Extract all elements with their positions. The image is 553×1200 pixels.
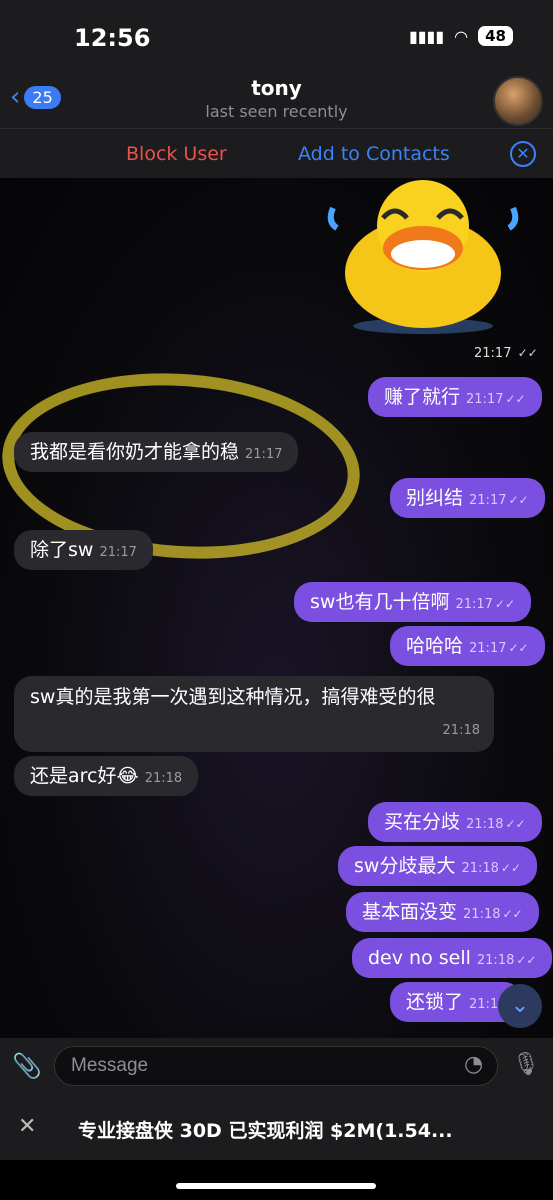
battery-icon: 48 (478, 26, 513, 46)
add-to-contacts-button[interactable]: Add to Contacts (298, 143, 450, 165)
clock: 12:56 (74, 24, 151, 52)
home-indicator (176, 1183, 376, 1189)
composer-bar: 📎 ◔ 🎙 (0, 1038, 553, 1098)
banner-text: 专业接盘侠 30D 已实现利润 $2M(1.54... (78, 1120, 453, 1142)
chat-title[interactable]: tony (0, 76, 553, 100)
signal-icon: ▮▮▮▮ (408, 26, 445, 46)
chat-header: ‹ 25 tony last seen recently (0, 70, 553, 128)
chevron-down-icon: ⌄ (510, 993, 530, 1018)
sticker-icon[interactable]: ◔ (464, 1052, 483, 1077)
last-seen-status: last seen recently (205, 102, 348, 121)
scroll-down-button[interactable]: ⌄ (498, 984, 542, 1028)
message-list[interactable]: 21:17 ✓✓ 赚了就行 21:17 ✓✓ 我都是看你奶才能拿的稳 21:17 别纠… (0, 178, 553, 1038)
message-in[interactable]: sw真的是我第一次遇到这种情况，搞得难受的很 21:18 (14, 676, 494, 752)
duck-sticker[interactable] (318, 178, 528, 338)
message-in[interactable]: 我都是看你奶才能拿的稳 21:17 (14, 432, 299, 472)
message-out[interactable]: 基本面没变 21:18 ✓✓ (346, 892, 539, 932)
message-out[interactable]: 哈哈哈 21:17 ✓✓ (390, 626, 545, 666)
microphone-icon[interactable]: 🎙 (512, 1052, 540, 1077)
close-icon[interactable]: ✕ (510, 141, 536, 167)
avatar[interactable] (493, 76, 543, 126)
message-out[interactable]: sw分歧最大 21:18 ✓✓ (338, 846, 538, 886)
message-out[interactable]: 买在分歧 21:18 ✓✓ (368, 802, 542, 842)
message-out[interactable]: 别纠结 21:17 ✓✓ (390, 478, 545, 518)
close-icon[interactable]: ✕ (18, 1114, 36, 1139)
message-in[interactable]: 还是arc好😂 21:18 (14, 756, 199, 796)
message-out[interactable]: dev no sell 21:18 ✓✓ (352, 938, 553, 978)
contact-action-bar: Block User Add to Contacts ✕ (0, 128, 553, 179)
notification-banner[interactable]: ✕ 专业接盘侠 30D 已实现利润 $2M(1.54... (0, 1098, 553, 1160)
message-out[interactable]: sw也有几十倍啊 21:17 ✓✓ (294, 582, 532, 622)
status-bar: 12:56 ▮▮▮▮ ◠ 48 (0, 0, 553, 70)
status-icons: ▮▮▮▮ ◠ 48 (409, 26, 513, 46)
message-out[interactable]: 赚了就行 21:17 ✓✓ (368, 377, 542, 417)
attachment-icon[interactable]: 📎 (12, 1052, 42, 1080)
message-input[interactable] (54, 1046, 498, 1086)
sticker-timestamp: 21:17 ✓✓ (474, 346, 538, 361)
wifi-icon: ◠ (454, 26, 469, 46)
block-user-button[interactable]: Block User (126, 143, 227, 165)
message-in[interactable]: 除了sw 21:17 (14, 530, 153, 570)
